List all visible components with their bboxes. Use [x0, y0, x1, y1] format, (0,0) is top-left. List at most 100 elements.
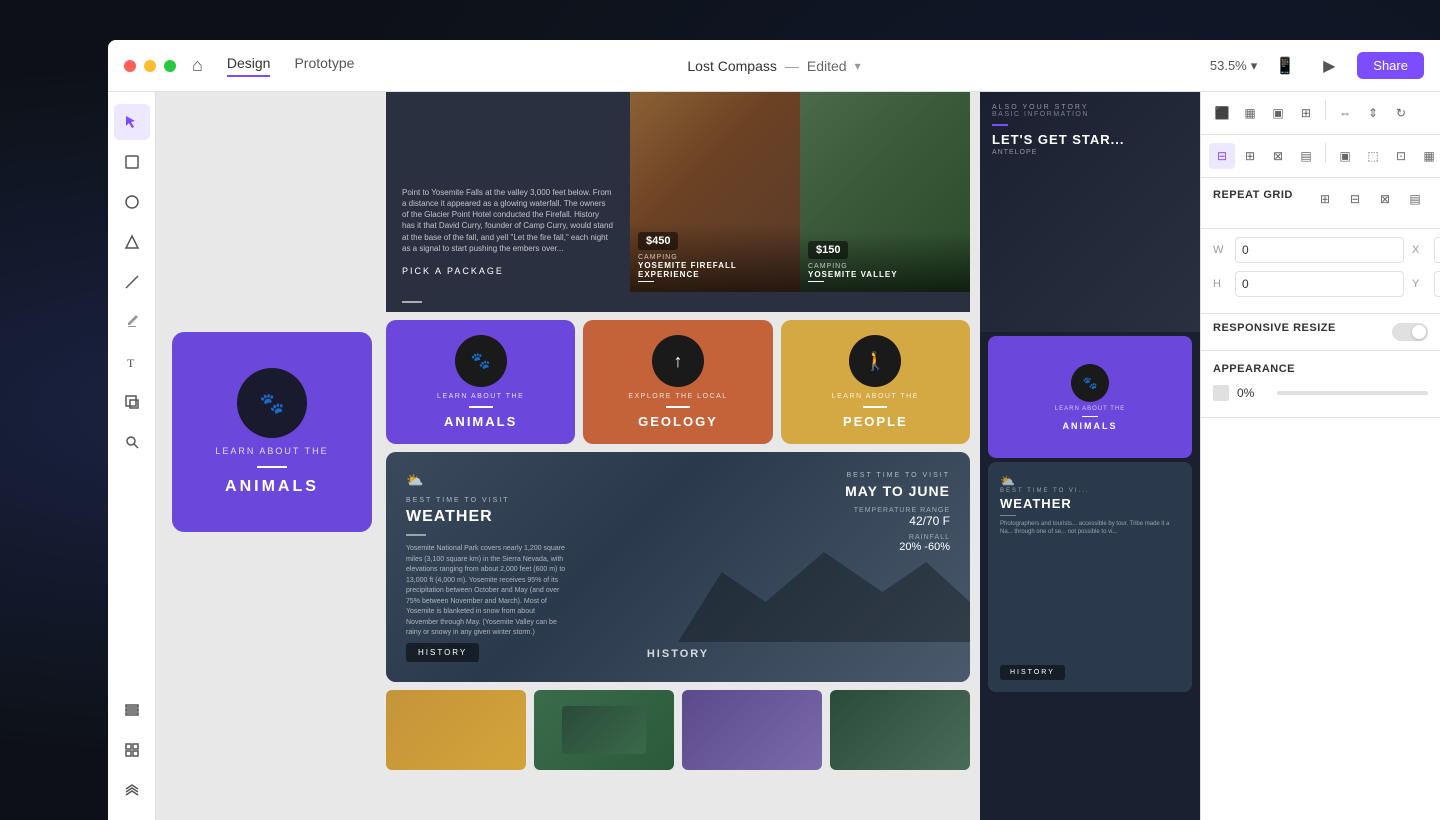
pr-title: LET'S GET STAR...: [992, 132, 1188, 147]
x-input[interactable]: [1434, 237, 1440, 263]
hero-section: Point to Yosemite Falls at the valley 3,…: [386, 92, 970, 292]
weather-right: BEST TIME TO VISIT MAY TO JUNE TEMPERATU…: [845, 472, 950, 553]
weather-temp-val: 42/70 F: [845, 514, 950, 528]
flip-h-icon[interactable]: ⇔: [1332, 100, 1358, 126]
zoom-tool[interactable]: [114, 424, 150, 460]
rp-appearance-section: APPEARANCE 0%: [1201, 351, 1440, 418]
rg-icon-4[interactable]: ▤: [1402, 186, 1428, 212]
opacity-slider[interactable]: [1277, 391, 1428, 395]
rp-header-1: ⬛ ▦ ▣ ⊞ ⇔ ⇕ ↻: [1201, 92, 1440, 135]
layout-icon-7[interactable]: ⊡: [1388, 143, 1414, 169]
layout-icon-4[interactable]: ▤: [1293, 143, 1319, 169]
card-divider: [257, 466, 287, 468]
nav-tabs: Design Prototype: [227, 55, 355, 77]
pen-tool[interactable]: [114, 304, 150, 340]
camping1-name: YOSEMITE FIREFALL EXPERIENCE: [638, 261, 792, 279]
card-geology: ↑ EXPLORE THE LOCAL GEOLOGY: [583, 320, 772, 444]
layout-icon-6[interactable]: ⬚: [1360, 143, 1386, 169]
grid-icon[interactable]: [114, 732, 150, 768]
layout-icon-3[interactable]: ⊠: [1265, 143, 1291, 169]
y-input[interactable]: [1434, 271, 1440, 297]
svg-text:T: T: [127, 356, 135, 370]
titlebar: ⌂ Design Prototype Lost Compass — Edited…: [108, 40, 1440, 92]
flip-v-icon[interactable]: ⇕: [1360, 100, 1386, 126]
play-icon[interactable]: ▶: [1313, 50, 1345, 82]
triangle-tool[interactable]: [114, 224, 150, 260]
weather-title: WEATHER: [406, 508, 658, 526]
pr-w-div: [1000, 515, 1016, 516]
pr-w-title: WEATHER: [1000, 496, 1180, 511]
rectangle-tool[interactable]: [114, 144, 150, 180]
weather-temp-label: TEMPERATURE RANGE: [845, 507, 950, 514]
people-circle: 🚶: [849, 335, 901, 387]
tab-design[interactable]: Design: [227, 55, 271, 77]
rg-icon-2[interactable]: ⊟: [1342, 186, 1368, 212]
align-distribute-icon[interactable]: ⊞: [1293, 100, 1319, 126]
device-preview-icon[interactable]: 📱: [1269, 50, 1301, 82]
card-animals-divider: [469, 406, 493, 408]
price-badge-1: $450: [638, 232, 678, 250]
rp-responsive-section: RESPONSIVE RESIZE: [1201, 314, 1440, 351]
w-input[interactable]: [1235, 237, 1404, 263]
pr-card-title: ANIMALS: [1063, 421, 1118, 431]
rp-dimensions-section: W X H Y: [1201, 229, 1440, 314]
rg-icon-1[interactable]: ⊞: [1312, 186, 1338, 212]
align-right-icon[interactable]: ▣: [1265, 100, 1291, 126]
left-toolbar: T: [108, 92, 156, 820]
line-tool[interactable]: [114, 264, 150, 300]
pr-top-content: ALSO YOUR STORY BASIC INFORMATION LET'S …: [992, 104, 1188, 156]
card-people: 🚶 LEARN ABOUT THE PEOPLE: [781, 320, 970, 444]
history-button[interactable]: HISTORY: [406, 643, 479, 662]
align-center-icon[interactable]: ▦: [1237, 100, 1263, 126]
minimize-button[interactable]: [144, 60, 156, 72]
weather-sub: BEST TIME TO VISIT: [406, 497, 658, 504]
canvas-area: 🐾 LEARN ABOUT THE ANIMALS Point to Yosem…: [156, 92, 1200, 820]
layout-icon-2[interactable]: ⊞: [1237, 143, 1263, 169]
transform-tool[interactable]: [114, 384, 150, 420]
right-panel: ⬛ ▦ ▣ ⊞ ⇔ ⇕ ↻ ⊟ ⊞ ⊠ ▤ ▣ ⬚: [1200, 92, 1440, 820]
x-label: X: [1412, 244, 1426, 256]
card-animals-sub: LEARN ABOUT THE: [437, 393, 524, 400]
stack-icon[interactable]: [114, 772, 150, 808]
layout-icon-8[interactable]: ▦: [1416, 143, 1440, 169]
weather-section: ⛅ BEST TIME TO VISIT WEATHER Yosemite Na…: [386, 452, 970, 682]
zoom-control[interactable]: 53.5% ▾: [1210, 58, 1257, 74]
text-tool[interactable]: T: [114, 344, 150, 380]
pr-w-sub: BEST TIME TO VI...: [1000, 488, 1180, 494]
responsive-toggle[interactable]: [1392, 323, 1428, 341]
rg-icon-3[interactable]: ⊠: [1372, 186, 1398, 212]
rp-appearance-title: APPEARANCE: [1213, 363, 1295, 375]
camping2-overlay: $150 CAMPING YOSEMITE VALLEY: [800, 232, 970, 292]
layout-icon-1[interactable]: ⊟: [1209, 143, 1235, 169]
layout-icon-5[interactable]: ▣: [1332, 143, 1358, 169]
pr-history-btn[interactable]: HISTORY: [1000, 665, 1065, 680]
rp-header-2: ⊟ ⊞ ⊠ ▤ ▣ ⬚ ⊡ ▦: [1201, 135, 1440, 178]
pr-weather-content: ⛅ BEST TIME TO VI... WEATHER Photographe…: [988, 462, 1192, 549]
toolbar-bottom: [114, 692, 150, 808]
layers-icon[interactable]: [114, 692, 150, 728]
pr-paw-icon: 🐾: [1083, 376, 1098, 390]
price-badge-2: $150: [808, 241, 848, 259]
tab-prototype[interactable]: Prototype: [294, 55, 354, 77]
weather-description: Yosemite National Park covers nearly 1,2…: [406, 544, 566, 639]
person-icon: 🚶: [864, 351, 886, 372]
select-tool[interactable]: [114, 104, 150, 140]
h-input[interactable]: [1235, 271, 1404, 297]
align-left-icon[interactable]: ⬛: [1209, 100, 1235, 126]
toolbar-right: 53.5% ▾ 📱 ▶ Share: [1210, 50, 1424, 82]
share-button[interactable]: Share: [1357, 52, 1424, 79]
ellipse-tool[interactable]: [114, 184, 150, 220]
pr-basic-info: ALSO YOUR STORY: [992, 104, 1188, 111]
close-button[interactable]: [124, 60, 136, 72]
main-layout: T: [108, 92, 1440, 820]
h-label: H: [1213, 278, 1227, 290]
arrow-up-icon: ↑: [673, 351, 682, 372]
rotate-icon[interactable]: ↻: [1388, 100, 1414, 126]
pr-card-animals: 🐾 LEARN ABOUT THE ANIMALS: [988, 336, 1192, 458]
toggle-knob: [1412, 325, 1426, 339]
paw-circle: 🐾: [237, 368, 307, 438]
home-icon[interactable]: ⌂: [192, 55, 203, 76]
maximize-button[interactable]: [164, 60, 176, 72]
camping2-divider: [808, 281, 824, 282]
chevron-down-icon: ▾: [855, 59, 861, 73]
